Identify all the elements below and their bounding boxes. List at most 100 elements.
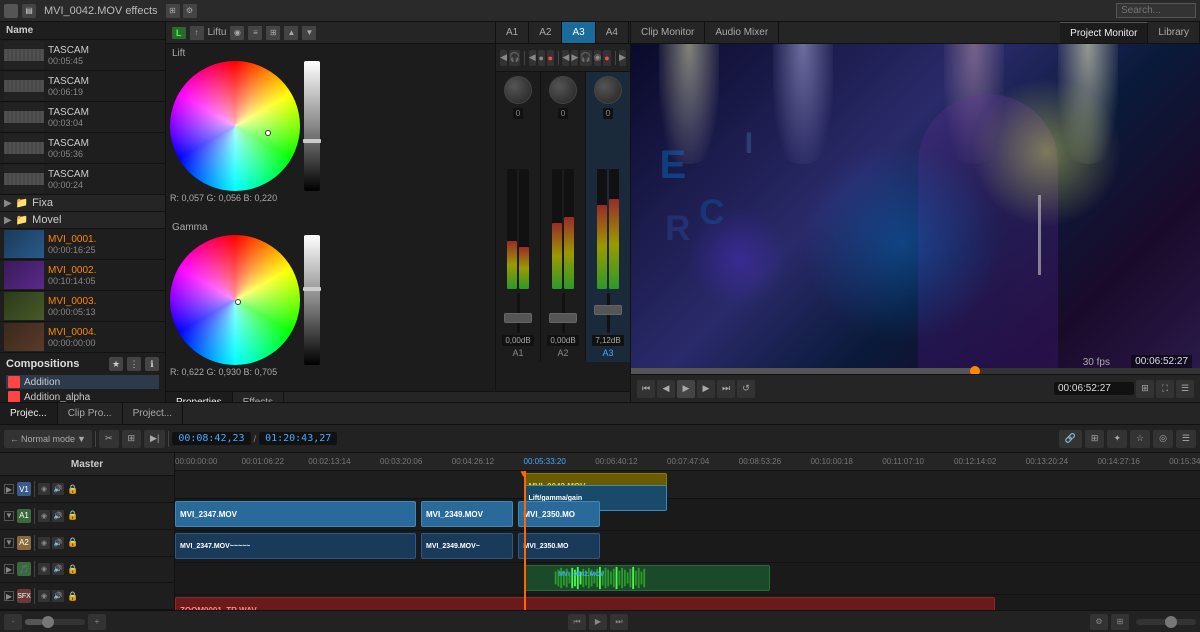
audio-stop-button[interactable]: ●	[538, 50, 545, 66]
audio-headphones-button[interactable]: 🎧	[580, 50, 591, 66]
a1-db-value[interactable]: 0,00dB	[502, 335, 533, 346]
search-input[interactable]	[1116, 3, 1196, 18]
list-item[interactable]: MVI_0004. 00:00:00:00	[0, 322, 165, 353]
folder-item-movel[interactable]: ▶ 📁 Movel	[0, 212, 165, 229]
a2-pan-knob[interactable]	[549, 76, 577, 104]
align-icon[interactable]: ≡	[248, 26, 262, 40]
settings-button[interactable]: ☰	[1176, 380, 1194, 398]
a1-eye-button[interactable]: ◉	[38, 510, 50, 522]
eye-icon[interactable]: ◉	[230, 26, 244, 40]
list-item[interactable]: TASCAM 00:03:04	[0, 102, 165, 133]
go-to-end-button[interactable]: ⏭	[717, 380, 735, 398]
playback-zoom-slider[interactable]	[1136, 619, 1196, 625]
go-to-end-bottom-button[interactable]: ⏭	[610, 614, 628, 630]
gamma-color-wheel[interactable]	[170, 235, 300, 365]
zoom-button[interactable]: ⊞	[1136, 380, 1154, 398]
gamma-slider[interactable]	[304, 235, 320, 365]
a1-mute-track-button[interactable]: 🔊	[52, 510, 64, 522]
composition-item-addition[interactable]: Addition	[6, 375, 159, 389]
play-bottom-button[interactable]: ▶	[589, 614, 607, 630]
expand-icon[interactable]: ⊞	[266, 26, 280, 40]
a3-pan-knob[interactable]	[594, 76, 622, 104]
sfx-lock-icon[interactable]: 🔒	[67, 590, 79, 602]
add-composition-button[interactable]: ★	[109, 357, 123, 371]
music-mute-button[interactable]: 🔊	[52, 563, 64, 575]
a1-pan-knob[interactable]	[504, 76, 532, 104]
a1-value[interactable]: 0	[513, 108, 523, 119]
music-eye-button[interactable]: ◉	[38, 563, 50, 575]
preview-timecode-field[interactable]: 00:06:52:27	[1054, 382, 1134, 395]
music-lock-icon[interactable]: 🔒	[67, 563, 79, 575]
v1-expand-button[interactable]: ▶	[4, 484, 14, 494]
go-to-start-bottom-button[interactable]: ⏮	[568, 614, 586, 630]
sfx-eye-button[interactable]: ◉	[38, 590, 50, 602]
fullscreen-button[interactable]: ⛶	[1156, 380, 1174, 398]
audio-expand-button[interactable]: ▶	[619, 50, 626, 66]
timecode-in-display[interactable]: 00:08:42,23	[172, 432, 250, 445]
gamma-slider-handle[interactable]	[303, 287, 321, 291]
snap-button[interactable]: ← Normal mode ▼	[4, 430, 92, 448]
audio-play-button[interactable]: ◀	[529, 50, 536, 66]
menu-button[interactable]: ☰	[1176, 430, 1196, 448]
compositions-settings-button[interactable]: ⋮	[127, 357, 141, 371]
lift-color-wheel[interactable]	[170, 61, 300, 191]
playback-zoom-handle[interactable]	[1165, 616, 1177, 628]
timeline-grid-button[interactable]: ⊞	[1111, 614, 1129, 630]
a2-expand-button[interactable]: ▼	[4, 538, 14, 548]
tab-clip-project[interactable]: Clip Pro...	[58, 403, 123, 424]
audio-rec-button[interactable]: ●	[547, 50, 554, 66]
composition-item-addition-alpha[interactable]: Addition_alpha	[6, 390, 159, 402]
tab-library[interactable]: Library	[1148, 22, 1200, 43]
list-item[interactable]: MVI_0002. 00:10:14:05	[0, 260, 165, 291]
play-button[interactable]: ▶	[677, 380, 695, 398]
settings-icon[interactable]: ⚙	[183, 4, 197, 18]
step-back-button[interactable]: ◀	[657, 380, 675, 398]
timeline-clip-zoom-music[interactable]: ZOOM0001_TR.WAV	[175, 597, 995, 610]
tab-a3[interactable]: A3	[562, 22, 595, 43]
tab-project-monitor[interactable]: Project Monitor	[1060, 22, 1148, 43]
timeline-clip-mvi2347-v1[interactable]: MVI_2347.MOV	[175, 501, 416, 527]
v1-lock-icon[interactable]: 🔒	[67, 483, 79, 495]
star-button[interactable]: ☆	[1130, 430, 1150, 448]
audio-prev-button[interactable]: ◀	[562, 50, 569, 66]
loop-button[interactable]: ↺	[737, 380, 755, 398]
v1-mute-button[interactable]: 🔊	[52, 483, 64, 495]
tab-a4[interactable]: A4	[596, 22, 629, 43]
tab-a2[interactable]: A2	[529, 22, 562, 43]
a2-fader-handle[interactable]	[549, 313, 577, 323]
split-button[interactable]: ✦	[1107, 430, 1127, 448]
timeline-clip-mvi2349-a1[interactable]: MVI_2349.MOV~	[421, 533, 513, 559]
tab-project[interactable]: Projec...	[0, 403, 58, 424]
a3-db-value[interactable]: 7,12dB	[592, 335, 623, 346]
lift-slider[interactable]	[304, 61, 320, 191]
timeline-clip-mvi0042-a2[interactable]: MVI_0042.MOV	[524, 565, 770, 591]
timeline-zoom-out-button[interactable]: -	[4, 614, 22, 630]
step-forward-button[interactable]: ▶	[697, 380, 715, 398]
a2-lock-icon[interactable]: 🔒	[67, 537, 79, 549]
timeline-settings-button[interactable]: ⚙	[1090, 614, 1108, 630]
audio-monitor-button[interactable]: 🎧	[509, 50, 520, 66]
tab-clip-monitor[interactable]: Clip Monitor	[631, 22, 705, 43]
go-to-start-button[interactable]: ⏮	[637, 380, 655, 398]
timeline-zoom-in-button[interactable]: +	[88, 614, 106, 630]
timeline-clip-mvi2350-v1[interactable]: MVI_2350.MO	[518, 501, 600, 527]
a1-expand-button[interactable]: ▼	[4, 511, 14, 521]
sfx-mute-button[interactable]: 🔊	[52, 590, 64, 602]
a2-eye-button[interactable]: ◉	[38, 537, 50, 549]
preview-scrubber-bar[interactable]	[631, 368, 1200, 374]
timeline-zoom-slider[interactable]	[25, 619, 85, 625]
list-item[interactable]: TASCAM 00:05:36	[0, 133, 165, 164]
sfx-expand-button[interactable]: ▶	[4, 591, 14, 601]
audio-record-button[interactable]: ●	[603, 50, 610, 66]
fit-button[interactable]: ⊞	[122, 430, 142, 448]
chevron-up-icon[interactable]: ▲	[284, 26, 298, 40]
a1-lock-icon[interactable]: 🔒	[67, 510, 79, 522]
list-item[interactable]: MVI_0001. 00:00:16:25	[0, 229, 165, 260]
list-item[interactable]: TASCAM 00:06:19	[0, 71, 165, 102]
list-item[interactable]: MVI_0003. 00:00:05:13	[0, 291, 165, 322]
a1-fader-handle[interactable]	[504, 313, 532, 323]
lift-slider-handle[interactable]	[303, 139, 321, 143]
lift-wheel-handle[interactable]	[265, 130, 271, 136]
lift-icon[interactable]: ↑	[190, 26, 204, 40]
audio-mute-button[interactable]: ◀	[500, 50, 507, 66]
